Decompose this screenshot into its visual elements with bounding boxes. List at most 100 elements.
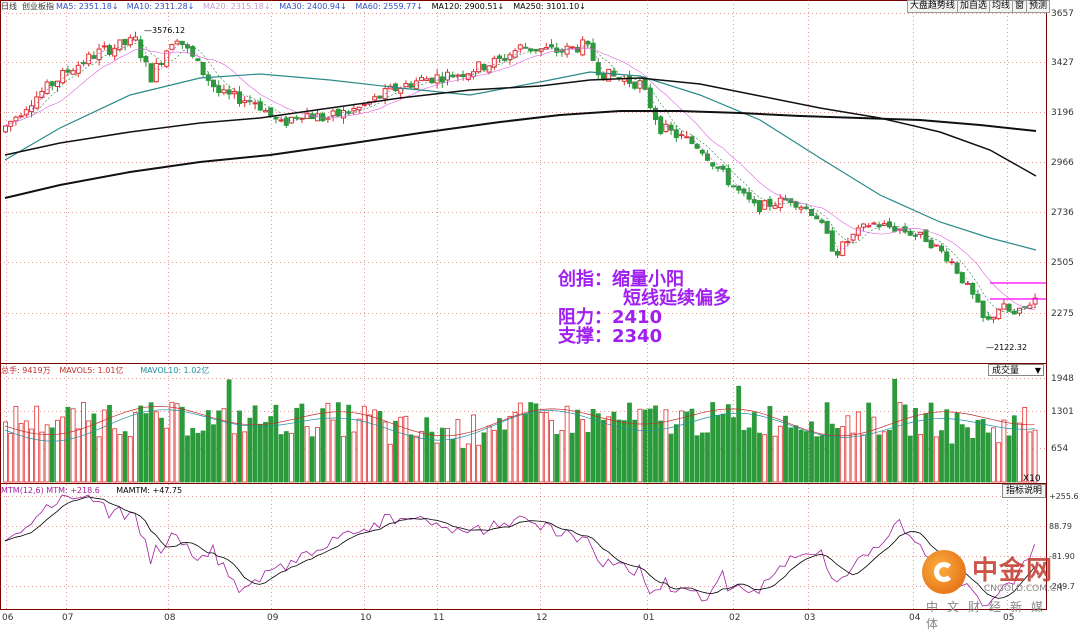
volume-axis-label: 654 [1051, 444, 1068, 454]
volume-bar [887, 429, 892, 483]
volume-bar [881, 431, 887, 483]
volume-bar [153, 411, 159, 483]
period-label: 日线 [1, 1, 17, 11]
x-axis-label: 12 [536, 613, 547, 622]
volume-bar [502, 429, 508, 483]
volume-bar [486, 425, 492, 483]
volume-bar [944, 409, 950, 483]
volume-bar [829, 423, 835, 483]
volume-bar [715, 415, 721, 483]
candle-body [335, 108, 341, 117]
candle-body [549, 44, 554, 48]
volume-indicator-value: 成交量 [992, 366, 1020, 376]
volume-bar [242, 431, 248, 483]
toolbar-button-3[interactable]: 窗 [1011, 0, 1027, 13]
volume-bar [471, 414, 476, 483]
candle-body [928, 239, 934, 249]
volume-bar [450, 439, 456, 483]
price-axis-label: 2966 [1051, 158, 1074, 168]
volume-bar [1006, 435, 1012, 483]
candle-body [195, 58, 201, 62]
x-axis-label: 03 [804, 613, 815, 622]
toolbar-button-0[interactable]: 大盘趋势线 [906, 0, 958, 13]
volume-bar [315, 427, 320, 483]
ma250-line [4, 110, 1037, 199]
volume-bar [746, 427, 752, 483]
candle-body [829, 230, 835, 252]
volume-bar [179, 406, 185, 483]
volume-bar [29, 428, 34, 483]
volume-bar [185, 435, 190, 483]
toolbar-button-4[interactable]: 预测 [1025, 0, 1050, 13]
volume-bar [283, 431, 289, 483]
volume-indicator-select[interactable]: 成交量 ▼ [988, 364, 1044, 376]
candle-body [1001, 303, 1007, 310]
x-axis-label: 06 [2, 613, 14, 622]
volume-bar [876, 434, 882, 483]
candle-body [377, 95, 383, 99]
stock-chart[interactable]: —3576.12 —2122.32 3657 3427 3196 2966 2736 250… [0, 0, 1080, 622]
candle-body [663, 123, 669, 132]
candle-body [507, 54, 513, 61]
candle-body [216, 85, 222, 94]
volume-bar [606, 416, 612, 483]
volume-bar [122, 431, 128, 483]
candle-body [642, 77, 648, 90]
candlesticks: —3576.12 —2122.32 [3, 26, 1038, 352]
x-axis-label: 07 [62, 613, 73, 622]
volume-bar [897, 402, 903, 483]
volume-bar [237, 410, 242, 483]
volume-bar [647, 408, 653, 483]
candle-body [445, 71, 450, 81]
volume-bar [528, 402, 534, 483]
candle-body [944, 251, 950, 262]
volume-bar [112, 428, 118, 483]
volume-bar [595, 413, 601, 483]
volume-bar [725, 404, 731, 483]
volume-bar [538, 412, 544, 483]
volume-bar [959, 424, 965, 483]
price-axis-label: 2275 [1051, 309, 1074, 319]
candle-body [715, 166, 721, 169]
candle-body [731, 185, 736, 188]
high-price-label: —3576.12 [144, 26, 185, 35]
volume-bar [221, 408, 227, 483]
volume-bar [96, 436, 102, 483]
x-axis-label: 01 [643, 613, 654, 622]
volume-bar [226, 379, 232, 483]
volume-bar [933, 436, 939, 483]
candle-body [1006, 303, 1012, 312]
volume-bar [346, 404, 352, 483]
toolbar-button-2[interactable]: 均线 [988, 0, 1013, 13]
candle-body [985, 316, 991, 320]
toolbar-button-1[interactable]: 加自选 [956, 0, 990, 13]
volume-bar [44, 424, 50, 483]
volume-bar [335, 402, 341, 483]
volume-bar [590, 409, 596, 483]
volume-legend-item: MAVOL10: 1.02亿 [140, 365, 209, 375]
volume-bar [783, 415, 788, 483]
candle-body [252, 102, 258, 105]
candle-body [133, 36, 138, 41]
volume-bar [824, 402, 830, 483]
candle-body [517, 44, 523, 50]
volume-bar [257, 423, 263, 483]
volume-bar [788, 427, 794, 483]
volume-bar [705, 432, 710, 483]
volume-bar [127, 436, 133, 483]
volume-bar [294, 407, 300, 483]
x-axis-label: 10 [360, 613, 372, 622]
volume-bar [954, 412, 960, 483]
volume-bar [985, 432, 991, 483]
candle-body [29, 105, 34, 113]
volume-bar [309, 436, 315, 483]
candle-body [585, 40, 591, 45]
candle-body [273, 117, 279, 120]
moving-average-lines [4, 39, 1037, 319]
logo-icon [922, 550, 966, 594]
candle-body [959, 272, 965, 284]
volume-bar [86, 420, 92, 483]
candle-body [486, 65, 492, 73]
indicator-help-button[interactable]: 指标说明 [1002, 484, 1047, 498]
candle-body [361, 103, 367, 106]
